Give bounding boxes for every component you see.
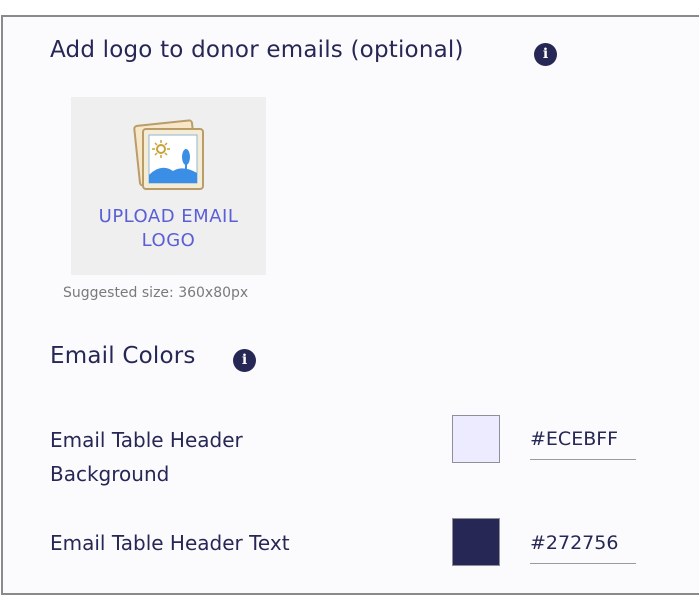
header-background-hex-input[interactable] xyxy=(530,419,636,460)
info-icon[interactable]: i xyxy=(534,43,557,66)
upload-email-logo-button[interactable]: UPLOAD EMAIL LOGO xyxy=(71,97,266,275)
logo-section-title: Add logo to donor emails (optional) xyxy=(50,37,464,63)
info-icon[interactable]: i xyxy=(233,349,256,372)
header-text-swatch[interactable] xyxy=(452,518,500,566)
header-text-label: Email Table Header Text xyxy=(50,531,290,555)
header-background-swatch[interactable] xyxy=(452,415,500,463)
header-background-label: Email Table Header Background xyxy=(50,428,243,486)
email-colors-title: Email Colors xyxy=(50,343,196,369)
header-text-hex-input[interactable] xyxy=(530,523,636,564)
image-upload-icon xyxy=(133,119,204,190)
suggested-size-hint: Suggested size: 360x80px xyxy=(63,285,249,301)
email-settings-panel: Add logo to donor emails (optional) i UP… xyxy=(1,15,699,595)
upload-logo-label: UPLOAD EMAIL LOGO xyxy=(98,206,239,251)
